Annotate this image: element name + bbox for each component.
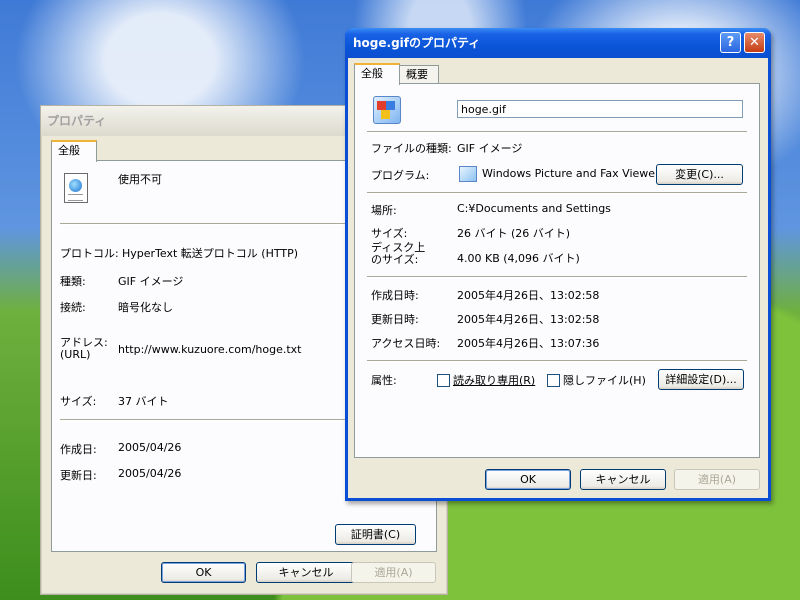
created-value: 2005年4月26日、13:02:58 [457,289,600,302]
type-value: GIF イメージ [118,275,184,288]
accessed-label: アクセス日時: [371,337,441,350]
location-label: 場所: [371,204,397,217]
created-value: 2005/04/26 [118,441,182,454]
picture-viewer-icon [459,166,477,182]
modified-value: 2005/04/26 [118,467,182,480]
ok-button[interactable]: OK [485,469,571,490]
attributes-label: 属性: [371,374,397,387]
protocol-value: HyperText 転送プロトコル (HTTP) [122,247,299,260]
tab-general[interactable]: 全般 [354,63,400,85]
connection-label: 接続: [60,301,86,314]
address-value: http://www.kuzuore.com/hoge.txt [118,343,302,356]
hidden-label[interactable]: 隠しファイル(H) [563,372,646,388]
divider [367,131,747,133]
certificate-button[interactable]: 証明書(C) [335,524,416,545]
help-icon[interactable]: ? [720,32,741,53]
tab-general[interactable]: 全般 [51,140,97,162]
file-type-value: GIF イメージ [457,142,523,155]
address-label: アドレス: (URL) [60,336,108,361]
advanced-button[interactable]: 詳細設定(D)... [658,369,744,390]
modified-value: 2005年4月26日、13:02:58 [457,313,600,326]
apply-button[interactable]: 適用(A) [351,562,436,583]
program-value: Windows Picture and Fax Viewer [482,167,660,180]
created-label: 作成日時: [371,289,419,302]
type-label: 種類: [60,275,86,288]
general-panel: hoge.gif ファイルの種類: GIF イメージ プログラム: Window… [354,83,760,458]
tab-summary[interactable]: 概要 [399,65,439,84]
readonly-checkbox[interactable] [437,374,450,387]
ok-button[interactable]: OK [161,562,246,583]
cancel-button[interactable]: キャンセル [580,469,666,490]
readonly-label[interactable]: 読み取り専用(R) [453,372,535,388]
size-label: サイズ: [371,227,408,240]
connection-value: 暗号化なし [118,301,173,314]
internet-document-icon [64,173,88,203]
window-title: hoge.gifのプロパティ [353,36,481,50]
hidden-checkbox[interactable] [547,374,560,387]
accessed-value: 2005年4月26日、13:07:36 [457,337,600,350]
size-value: 37 バイト [118,395,169,408]
divider [367,276,747,278]
cancel-button[interactable]: キャンセル [256,562,356,583]
modified-label: 更新日: [60,469,97,482]
gif-file-icon [373,96,401,124]
title-bar[interactable]: hoge.gifのプロパティ ? ✕ [345,28,771,58]
disk-size-label-line2: のサイズ: [371,253,419,266]
file-type-label: ファイルの種類: [371,142,452,155]
protocol-label: プロトコル: [60,247,119,260]
modified-label: 更新日時: [371,313,419,326]
filename-input[interactable]: hoge.gif [457,100,743,118]
apply-button[interactable]: 適用(A) [674,469,760,490]
created-label: 作成日: [60,443,97,456]
file-properties-window: hoge.gifのプロパティ ? ✕ 全般 概要 hoge.gif ファイルの種… [345,28,771,501]
divider [367,192,747,194]
close-icon[interactable]: ✕ [744,32,765,53]
change-program-button[interactable]: 変更(C)... [656,164,743,185]
size-value: 26 バイト (26 バイト) [457,227,571,240]
location-value: C:¥Documents and Settings [457,202,611,215]
disk-size-value: 4.00 KB (4,096 バイト) [457,252,580,265]
document-name: 使用不可 [118,173,162,186]
divider [367,360,747,362]
size-label: サイズ: [60,395,97,408]
program-label: プログラム: [371,169,430,182]
disk-size-label: ディスク上 のサイズ: [371,242,425,266]
